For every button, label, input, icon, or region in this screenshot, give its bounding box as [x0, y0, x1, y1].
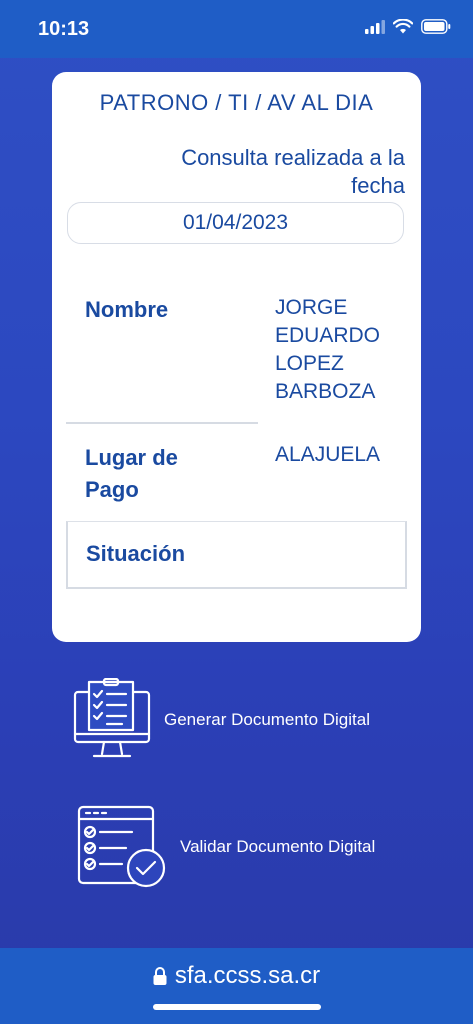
validate-document-label: Validar Documento Digital	[180, 837, 376, 856]
nombre-value: JORGE EDUARDO LOPEZ BARBOZA	[275, 294, 380, 406]
battery-icon	[421, 19, 451, 34]
status-bar: 10:13	[0, 0, 473, 58]
lock-icon	[153, 967, 167, 985]
document-check-icon	[77, 805, 166, 888]
nombre-line: LOPEZ	[275, 352, 344, 375]
url-display[interactable]: sfa.ccss.sa.cr	[0, 962, 473, 990]
wifi-icon	[393, 19, 413, 34]
date-field: 01/04/2023	[67, 202, 404, 244]
cellular-signal-icon	[365, 19, 385, 34]
lugar-pago-value: ALAJUELA	[275, 443, 381, 466]
lugar-label-line: Pago	[85, 477, 139, 502]
nombre-label: Nombre	[85, 297, 169, 322]
consulta-text: Consulta realizada a la fecha	[181, 145, 405, 198]
card-title: PATRONO / TI / AV AL DIA	[99, 90, 374, 115]
lugar-pago-label: Lugar de Pago	[85, 442, 178, 506]
generate-document-label: Generar Documento Digital	[164, 710, 370, 729]
nombre-line: JORGE	[275, 296, 348, 319]
browser-url-bar[interactable]: sfa.ccss.sa.cr	[0, 948, 473, 1024]
validate-document-button[interactable]: Validar Documento Digital	[76, 804, 375, 890]
generate-document-button[interactable]: Generar Documento Digital	[72, 678, 370, 762]
lugar-label-line: Lugar de	[85, 445, 178, 470]
computer-checklist-icon	[73, 678, 151, 758]
nombre-line: EDUARDO	[275, 324, 381, 347]
divider	[66, 422, 258, 424]
url-text: sfa.ccss.sa.cr	[174, 962, 321, 989]
situacion-label: Situación	[86, 541, 186, 566]
nombre-line: BARBOZA	[275, 380, 376, 403]
home-indicator[interactable]	[153, 1004, 321, 1010]
situacion-row: Situación	[66, 521, 407, 589]
result-card: PATRONO / TI / AV AL DIA Consulta realiz…	[52, 72, 421, 642]
status-icons	[365, 19, 451, 34]
status-time: 10:13	[38, 18, 90, 40]
